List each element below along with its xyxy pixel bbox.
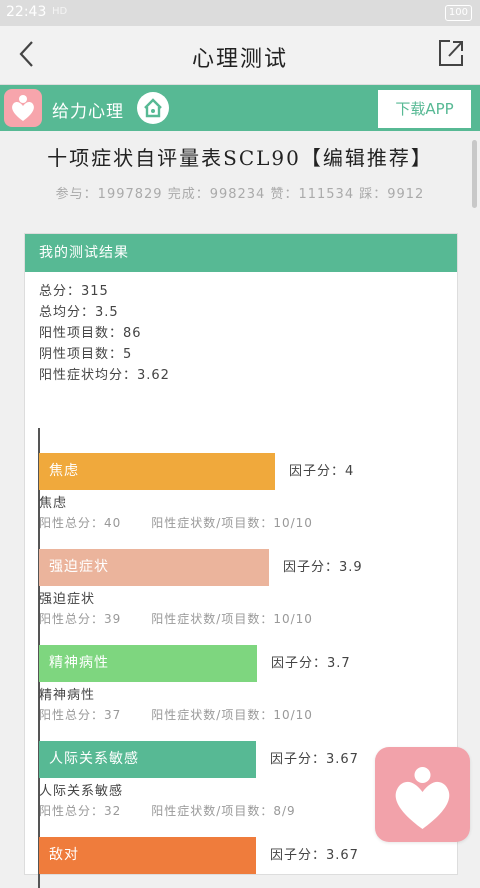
factor-positive-count: 阳性症状数/项目数：10/10 — [151, 612, 313, 626]
factor-name: 焦虑 — [39, 496, 68, 511]
factor-score: 因子分：3.67 — [270, 752, 359, 767]
page-title: 心理测试 — [191, 47, 288, 72]
summary-average: 总均分：3.5 — [39, 305, 119, 320]
factor-score: 因子分：3.7 — [271, 656, 351, 671]
factor-positive-total: 阳性总分：37 — [39, 708, 122, 722]
home-icon — [144, 98, 162, 118]
factor-positive-total: 阳性总分：32 — [39, 804, 122, 818]
factor-bar: 精神病性 — [39, 645, 257, 682]
factor-score: 因子分：3.9 — [283, 560, 363, 575]
floating-app-button[interactable] — [375, 747, 470, 842]
factor-name: 精神病性 — [39, 688, 96, 703]
factor-positive-count: 阳性症状数/项目数：10/10 — [151, 516, 313, 530]
scrollbar[interactable] — [472, 140, 477, 208]
heart-logo-icon — [12, 95, 34, 121]
factor-detail: 阳性总分：32 阳性症状数/项目数：8/9 — [39, 802, 296, 819]
factor-detail: 阳性总分：37 阳性症状数/项目数：10/10 — [39, 706, 313, 723]
nav-bar: 心理测试 — [0, 26, 480, 85]
factor-bar: 强迫症状 — [39, 549, 269, 586]
battery-indicator: 100 — [444, 5, 472, 21]
share-button[interactable] — [436, 38, 466, 68]
scale-title: 十项症状自评量表SCL90【编辑推荐】 — [47, 146, 433, 170]
home-button[interactable] — [137, 92, 169, 124]
factor-bar: 焦虑 — [39, 453, 275, 490]
factor-positive-count: 阳性症状数/项目数：8/9 — [151, 804, 296, 818]
app-banner: 给力心理 下载APP — [0, 85, 480, 131]
download-app-button[interactable]: 下载APP — [377, 89, 472, 129]
heart-logo-icon — [395, 767, 450, 829]
brand-logo — [4, 89, 42, 127]
factor-detail: 阳性总分：40 阳性症状数/项目数：10/10 — [39, 514, 313, 531]
status-time: 22:43 — [6, 4, 47, 20]
factor-detail: 阳性总分：39 阳性症状数/项目数：10/10 — [39, 610, 313, 627]
factor-positive-count: 阳性症状数/项目数：10/10 — [151, 708, 313, 722]
factor-positive-total: 阳性总分：40 — [39, 516, 122, 530]
brand-name: 给力心理 — [52, 102, 124, 122]
factor-score: 因子分：3.67 — [270, 848, 359, 863]
network-indicator: HD — [52, 6, 68, 17]
factor-name: 强迫症状 — [39, 592, 96, 607]
factor-positive-total: 阳性总分：39 — [39, 612, 122, 626]
summary-positive-average: 阳性症状均分：3.62 — [39, 368, 170, 383]
factor-name: 人际关系敏感 — [39, 784, 124, 799]
result-summary: 总分：315 总均分：3.5 阳性项目数：86 阴性项目数：5 阳性症状均分：3… — [39, 281, 170, 386]
status-bar: 22:43 HD 100 — [0, 0, 480, 26]
share-icon — [439, 40, 463, 66]
summary-positive-items: 阳性项目数：86 — [39, 326, 142, 341]
scale-stats: 参与：1997829 完成：998234 赞：111534 踩：9912 — [55, 187, 425, 202]
factor-bar: 敌对 — [39, 837, 256, 874]
factor-score: 因子分：4 — [289, 464, 355, 479]
result-card-header: 我的测试结果 — [25, 234, 457, 272]
summary-total: 总分：315 — [39, 284, 109, 299]
factor-bar: 人际关系敏感 — [39, 741, 256, 778]
summary-negative-items: 阴性项目数：5 — [39, 347, 133, 362]
